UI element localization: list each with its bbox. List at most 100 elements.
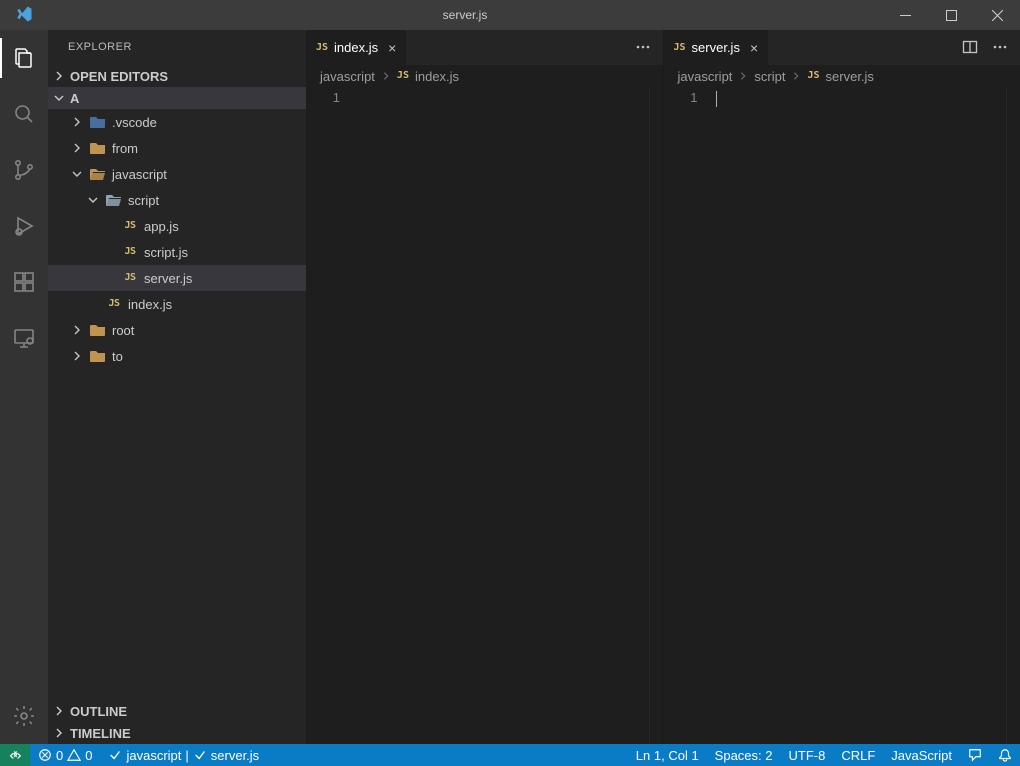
breadcrumb-item[interactable]: server.js [826,70,874,83]
tree-file[interactable]: JS server.js [48,265,306,291]
tree-folder[interactable]: .vscode [48,109,306,135]
file-tree: .vscodefromjavascriptscriptJSapp.jsJSscr… [48,109,306,700]
activity-bar [0,30,48,744]
editor-tab[interactable]: JSserver.js× [664,30,770,65]
editor-body[interactable]: 1 [306,87,663,744]
minimap[interactable] [649,87,663,744]
vscode-logo-icon [15,5,33,25]
status-file-porter[interactable]: javascript | server.js [100,744,267,766]
js-file-icon: JS [316,43,328,53]
chevron-down-icon [70,168,84,180]
tree-folder[interactable]: to [48,343,306,369]
breadcrumb-item[interactable]: script [754,70,785,83]
editor-group: JS index.js × javascript JS index.js 1 [306,30,663,744]
tab-filename: server.js [692,41,740,54]
tree-file[interactable]: JSscript.js [48,239,306,265]
folder-icon [90,114,106,130]
breadcrumb-item[interactable]: index.js [415,70,459,83]
tree-item-label: server.js [144,272,192,285]
editor-content[interactable] [716,87,1007,744]
js-file-icon: JS [122,218,138,234]
folder-icon [106,192,122,208]
activity-remote-explorer-icon[interactable] [0,318,48,358]
activity-settings-icon[interactable] [0,696,48,736]
breadcrumb-item[interactable]: javascript [320,70,375,83]
status-encoding[interactable]: UTF-8 [781,744,834,766]
editor-content[interactable] [358,87,649,744]
window-maximize-button[interactable] [928,0,974,30]
status-errors-count: 0 [56,749,63,762]
editor-tab[interactable]: JS index.js × [306,30,407,65]
activity-run-debug-icon[interactable] [0,206,48,246]
chevron-right-icon [70,350,84,362]
chevron-down-icon [52,92,66,104]
status-cursor-position[interactable]: Ln 1, Col 1 [628,744,707,766]
status-problems[interactable]: 0 0 [30,744,100,766]
editor-group: JS server.js × javascript script JS server.js1 [663,30,1020,744]
section-outline[interactable]: OUTLINE [48,700,306,722]
tree-item-label: to [112,350,123,363]
chevron-right-icon [70,142,84,154]
title-bar: server.js [0,0,1020,30]
editor-area: JS index.js × javascript JS index.js 1 JS server… [306,30,1020,744]
tree-item-label: index.js [128,298,172,311]
status-language-mode[interactable]: JavaScript [883,744,960,766]
activity-search-icon[interactable] [0,94,48,134]
status-warnings-count: 0 [85,749,92,762]
tab-bar: JS index.js × [306,30,663,65]
line-number-gutter: 1 [664,87,716,744]
activity-explorer-icon[interactable] [0,38,48,78]
tab-close-icon[interactable]: × [750,41,758,55]
tree-item-label: app.js [144,220,179,233]
folder-icon [90,166,106,182]
tab-filename: index.js [334,41,378,54]
js-file-icon: JS [122,270,138,286]
section-timeline[interactable]: TIMELINE [48,722,306,744]
editor-body[interactable]: 1 [664,87,1020,744]
section-open-editors[interactable]: OPEN EDITORS [48,65,306,87]
window-close-button[interactable] [974,0,1020,30]
status-indentation[interactable]: Spaces: 2 [707,744,781,766]
breadcrumb-separator-icon [381,70,391,83]
section-workspace[interactable]: A [48,87,306,109]
breadcrumbs[interactable]: javascript JS index.js [306,65,663,87]
chevron-right-icon [70,116,84,128]
chevron-right-icon [52,705,66,717]
folder-icon [90,322,106,338]
text-cursor [716,91,717,107]
tab-actions [950,30,1020,65]
more-actions-icon[interactable] [992,39,1008,57]
activity-extensions-icon[interactable] [0,262,48,302]
folder-icon [90,140,106,156]
tab-actions [623,30,663,65]
breadcrumb-item[interactable]: javascript [678,70,733,83]
split-editor-icon[interactable] [962,39,978,57]
tree-folder[interactable]: from [48,135,306,161]
status-feedback-icon[interactable] [960,744,990,766]
section-label: TIMELINE [70,727,131,740]
section-label: OPEN EDITORS [70,70,168,83]
tree-folder[interactable]: script [48,187,306,213]
chevron-right-icon [52,70,66,82]
status-notifications-icon[interactable] [990,744,1020,766]
line-number-gutter: 1 [306,87,358,744]
activity-source-control-icon[interactable] [0,150,48,190]
tree-folder[interactable]: root [48,317,306,343]
tab-bar: JSserver.js× [664,30,1020,65]
status-remote-button[interactable] [0,744,30,766]
tab-close-icon[interactable]: × [388,41,396,55]
breadcrumbs[interactable]: javascript script JS server.js [664,65,1020,87]
tree-file[interactable]: JSindex.js [48,291,306,317]
minimap[interactable] [1006,87,1020,744]
tree-folder[interactable]: javascript [48,161,306,187]
status-eol[interactable]: CRLF [833,744,883,766]
tree-file[interactable]: JS app.js [48,213,306,239]
status-bar: 0 0 javascript | server.js Ln 1, Col 1 S… [0,744,1020,766]
more-actions-icon[interactable] [635,39,651,57]
folder-icon [90,348,106,364]
js-file-icon: JS [807,71,819,81]
tree-item-label: root [112,324,134,337]
tree-item-label: script.js [144,246,188,259]
window-minimize-button[interactable] [882,0,928,30]
js-file-icon: JS [397,71,409,81]
